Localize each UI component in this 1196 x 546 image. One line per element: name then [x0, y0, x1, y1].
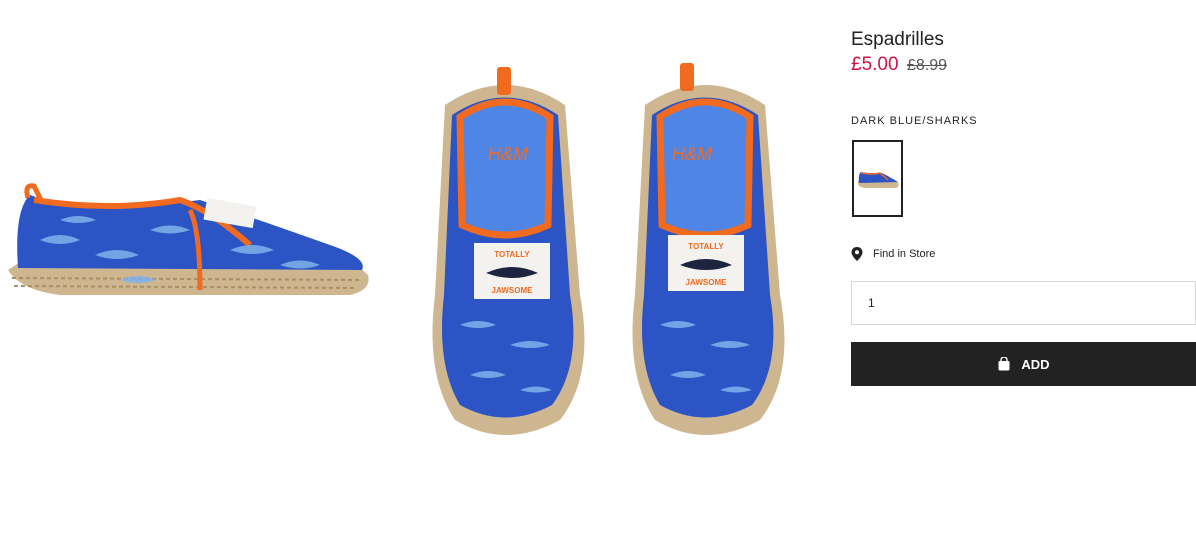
location-pin-icon	[851, 247, 863, 261]
price-row: £5.00 £8.99	[851, 54, 947, 76]
shoe-pair-illustration: TOTALLY JAWSOME H&M TOTALLY JAWSOME H&M	[432, 63, 785, 435]
sale-price: £5.00	[851, 54, 899, 75]
brand-print-right: H&M	[672, 144, 712, 164]
patch-text-bottom-left: JAWSOME	[492, 286, 534, 295]
product-image-top[interactable]: TOTALLY JAWSOME H&M TOTALLY JAWSOME H&M	[420, 55, 820, 445]
color-swatch-dark-blue-sharks[interactable]	[852, 140, 903, 217]
product-title: Espadrilles	[851, 29, 944, 50]
patch-text-top-right: TOTALLY	[688, 242, 724, 251]
add-to-bag-button[interactable]: ADD	[851, 342, 1196, 386]
add-button-label: ADD	[1021, 356, 1050, 372]
original-price: £8.99	[907, 57, 948, 74]
product-image-side[interactable]	[0, 150, 380, 350]
shopping-bag-icon	[998, 357, 1010, 371]
product-info-panel: Espadrilles £5.00 £8.99 DARK BLUE/SHARKS…	[851, 0, 1196, 546]
shoe-side-illustration	[8, 183, 369, 295]
patch-text-bottom-right: JAWSOME	[686, 278, 728, 287]
selected-color-name: DARK BLUE/SHARKS	[851, 115, 978, 127]
swatch-thumbnail	[857, 171, 899, 188]
quantity-input[interactable]	[851, 281, 1196, 325]
patch-text-top-left: TOTALLY	[494, 250, 530, 259]
brand-print-left: H&M	[488, 144, 528, 164]
find-in-store-link[interactable]: Find in Store	[851, 247, 935, 261]
find-in-store-label: Find in Store	[873, 248, 936, 260]
